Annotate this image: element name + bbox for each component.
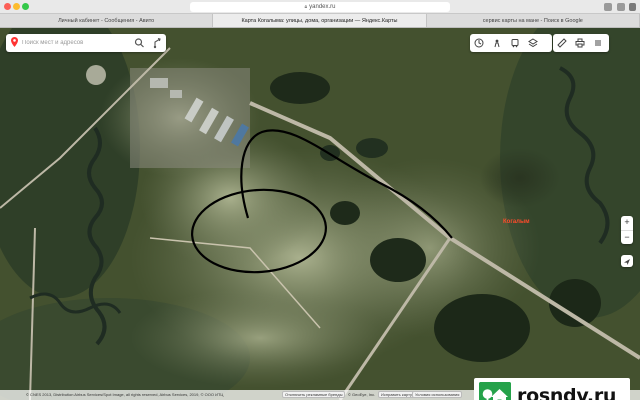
browser-toolbar: 🔒︎ yandex.ru <box>0 0 640 14</box>
geolocation-icon <box>624 259 630 265</box>
satellite-map[interactable]: Когалым Поиск мест и адресов + − © CNES … <box>0 28 640 400</box>
zoom-control: + − <box>621 216 633 244</box>
add-tab-icon[interactable] <box>629 3 636 11</box>
close-window-button[interactable] <box>4 3 11 10</box>
ruler-icon[interactable] <box>553 34 571 52</box>
tab-avito[interactable]: Личный кабинет - Сообщения - Авито <box>0 14 214 27</box>
search-box <box>6 34 166 52</box>
zoom-out-button[interactable]: − <box>621 230 633 244</box>
minimize-window-button[interactable] <box>13 3 20 10</box>
address-bar[interactable]: 🔒︎ yandex.ru <box>190 2 450 12</box>
search-input[interactable] <box>22 37 132 49</box>
print-icon[interactable] <box>571 34 589 52</box>
menu-icon[interactable] <box>589 34 607 52</box>
fix-map-link[interactable]: Исправить карту <box>378 391 415 398</box>
tab-google-search[interactable]: сервис карты на мане - Поиск в Google <box>427 14 640 27</box>
copyright-text: © CNES 2013, Distribution Airbus Service… <box>26 392 224 397</box>
map-pin-icon <box>11 37 18 47</box>
zoom-in-button[interactable]: + <box>621 216 633 230</box>
place-label: Когалым <box>503 219 530 225</box>
house-tree-logo-icon <box>479 382 511 400</box>
geolocation-button[interactable] <box>621 255 633 267</box>
share-icon[interactable] <box>604 3 612 11</box>
map-layers-controls <box>470 34 552 52</box>
terms-link[interactable]: Условия использования <box>412 391 463 398</box>
watermark-text: rosndv.ru <box>517 385 617 400</box>
map-tools-controls <box>553 34 609 52</box>
tabs-icon[interactable] <box>617 3 625 11</box>
geoeye-text: © GeoEye, Inc. <box>348 392 376 397</box>
watermark-badge: rosndv.ru <box>474 378 630 400</box>
search-icon[interactable] <box>134 37 145 49</box>
lock-icon: 🔒︎ <box>304 4 308 10</box>
maximize-window-button[interactable] <box>22 3 29 10</box>
transport-icon[interactable] <box>506 34 524 52</box>
panorama-icon[interactable] <box>488 34 506 52</box>
tab-yandex-maps[interactable]: Карта Когалыма: улицы, дома, организации… <box>213 14 427 27</box>
url-text: yandex.ru <box>309 4 336 10</box>
traffic-icon[interactable] <box>470 34 488 52</box>
route-icon[interactable] <box>152 37 163 49</box>
layers-icon[interactable] <box>524 34 542 52</box>
satellite-terrain <box>0 28 640 400</box>
tab-bar: Личный кабинет - Сообщения - Авито Карта… <box>0 14 640 28</box>
disable-ads-button[interactable]: Отключить рекламные бренды <box>282 391 346 398</box>
